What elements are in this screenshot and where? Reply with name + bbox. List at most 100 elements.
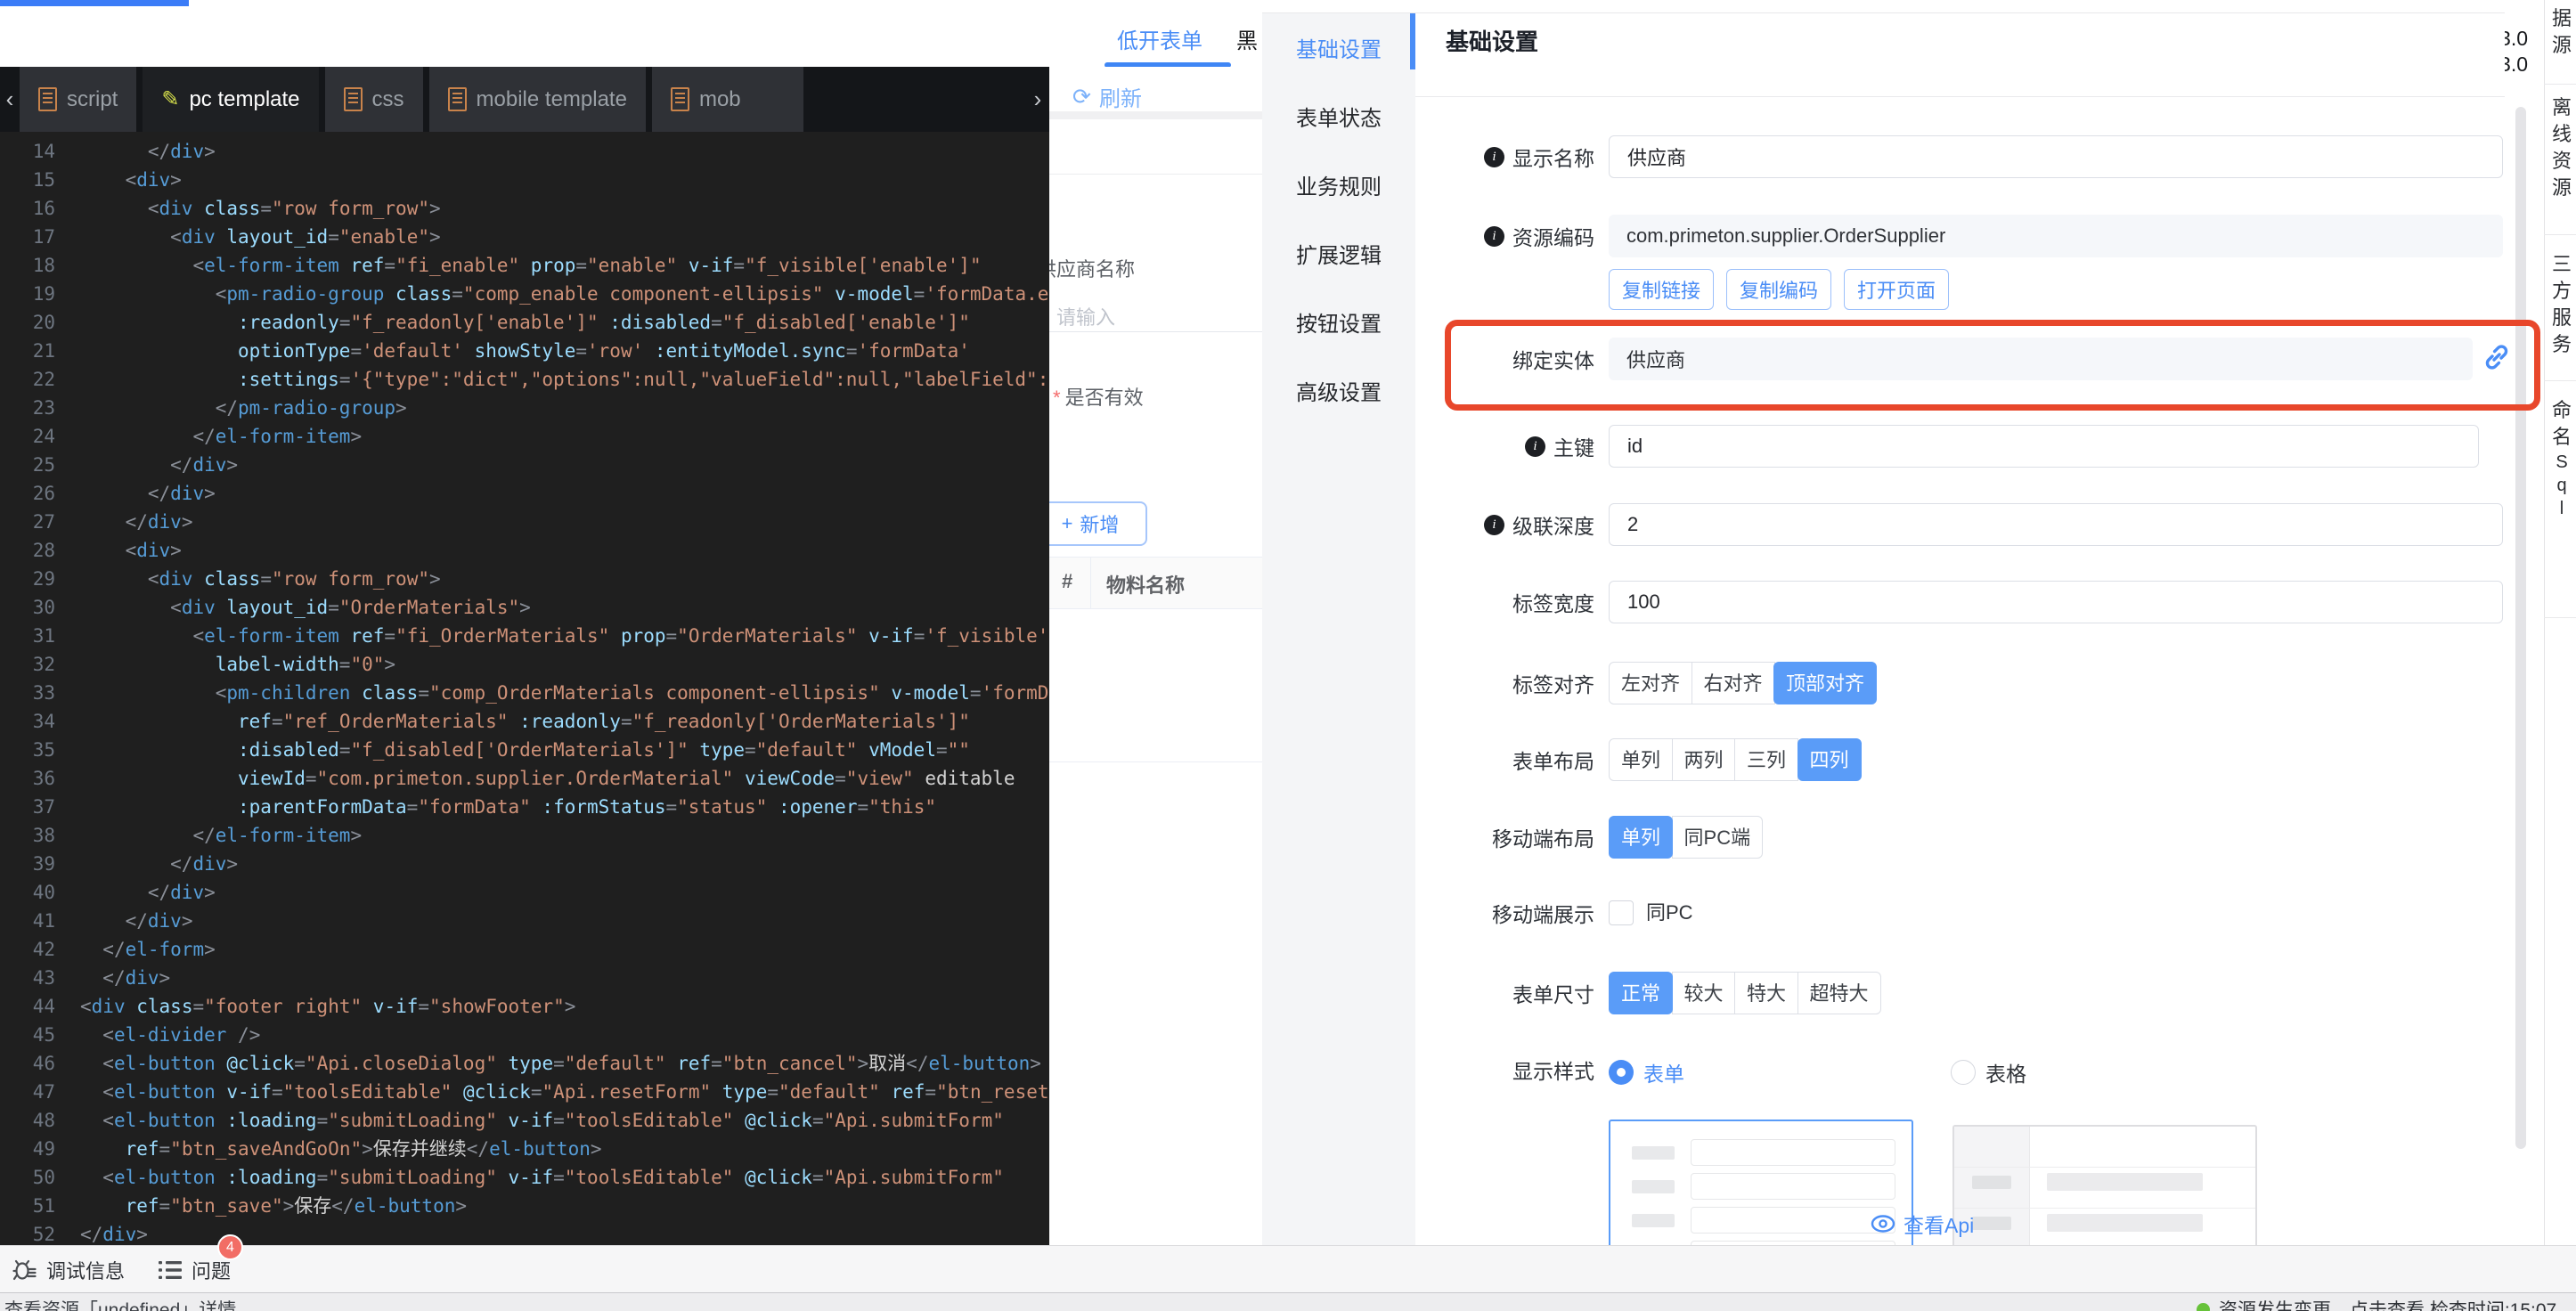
is-valid-label: *是否有效 — [1053, 382, 1144, 411]
sidebar-divider — [2544, 380, 2576, 381]
code-line: 44<div class="footer right" v-if="showFo… — [0, 992, 1049, 1021]
segment-option-右对齐[interactable]: 右对齐 — [1692, 662, 1775, 704]
settings-nav: 基础设置表单状态业务规则扩展逻辑按钮设置高级设置 — [1262, 12, 1415, 1291]
sidebar-tab-三方服务[interactable]: 三方服务 — [2550, 251, 2573, 358]
refresh-button[interactable]: ⟳ 刷新 — [1072, 81, 1142, 112]
add-row-button[interactable]: + 新增 — [1049, 501, 1147, 546]
editor-tab-mobile-template[interactable]: mobile template — [429, 67, 646, 132]
line-number: 36 — [0, 764, 80, 793]
segment-option-左对齐[interactable]: 左对齐 — [1609, 662, 1692, 704]
tab-partial-hidden[interactable]: 黑 — [1236, 23, 1258, 54]
code-line: 17 <div layout_id="enable"> — [0, 223, 1049, 251]
editor-tab-css[interactable]: css — [325, 67, 423, 132]
skeleton-label — [1972, 1176, 2011, 1189]
segment-option-正常[interactable]: 正常 — [1609, 972, 1673, 1014]
line-number: 46 — [0, 1049, 80, 1078]
sidebar-tab-离线资源[interactable]: 离线资源 — [2550, 94, 2573, 201]
line-number: 41 — [0, 907, 80, 935]
code-line: 24 </el-form-item> — [0, 422, 1049, 451]
settings-nav-items: 基础设置表单状态业务规则扩展逻辑按钮设置高级设置 — [1262, 13, 1415, 425]
resource-button-复制编码[interactable]: 复制编码 — [1726, 269, 1831, 310]
code-line: 18 <el-form-item ref="fi_enable" prop="e… — [0, 251, 1049, 280]
code-text: <div> — [80, 536, 182, 565]
code-text: <div class="footer right" v-if="showFoot… — [80, 992, 575, 1021]
code-area[interactable]: 14 </div>15 <div>16 <div class="row form… — [0, 132, 1049, 1245]
settings-nav-item-按钮设置[interactable]: 按钮设置 — [1262, 288, 1415, 356]
resource-button-打开页面[interactable]: 打开页面 — [1844, 269, 1949, 310]
settings-scrollbar[interactable] — [2515, 107, 2526, 1149]
code-text: </div> — [80, 451, 238, 479]
tab-lowcode-form[interactable]: 低开表单 — [1117, 23, 1202, 54]
label-width-input[interactable]: 100 — [1609, 581, 2503, 623]
line-number: 23 — [0, 394, 80, 422]
segment-option-三列[interactable]: 三列 — [1734, 738, 1798, 781]
segment-option-单列[interactable]: 单列 — [1609, 816, 1673, 859]
code-line: 40 </div> — [0, 878, 1049, 907]
same-as-pc-checkbox[interactable] — [1609, 900, 1634, 925]
status-left-link[interactable]: 查看资源「undefined」详情 — [4, 1296, 236, 1311]
segment-option-同PC端[interactable]: 同PC端 — [1672, 816, 1764, 859]
primary-key-input[interactable]: id — [1609, 425, 2479, 468]
display-style-option-表格[interactable]: 表格 — [1951, 1057, 2026, 1087]
line-number: 37 — [0, 793, 80, 821]
tabs-scroll-left-icon[interactable]: ‹ — [0, 67, 20, 132]
code-line: 51 ref="btn_save">保存</el-button> — [0, 1192, 1049, 1220]
line-number: 20 — [0, 308, 80, 337]
settings-nav-item-高级设置[interactable]: 高级设置 — [1262, 356, 1415, 425]
code-line: 36 viewId="com.primeton.supplier.OrderMa… — [0, 764, 1049, 793]
tabs-scroll-right-icon[interactable]: › — [1028, 67, 1048, 132]
code-text: <el-form-item ref="fi_enable" prop="enab… — [80, 251, 982, 280]
code-line: 14 </div> — [0, 137, 1049, 166]
line-number: 34 — [0, 707, 80, 736]
sidebar-tab-命名Sql[interactable]: 命名Sql — [2550, 397, 2573, 520]
segment-option-较大[interactable]: 较大 — [1672, 972, 1736, 1014]
settings-nav-item-业务规则[interactable]: 业务规则 — [1262, 151, 1415, 219]
editor-tab-mob[interactable]: mob — [652, 67, 803, 132]
segment-option-两列[interactable]: 两列 — [1672, 738, 1736, 781]
code-line: 20 :readonly="f_readonly['enable']" :dis… — [0, 308, 1049, 337]
bug-icon — [12, 1258, 37, 1282]
code-line: 31 <el-form-item ref="fi_OrderMaterials"… — [0, 622, 1049, 650]
app-window: 低开表单 黑 i 当前版本: 8.3.0 表单版本: 8.3.0 ‹ scrip… — [0, 0, 2576, 1311]
view-api-link[interactable]: 查看Api — [1871, 1209, 1974, 1239]
line-number: 48 — [0, 1106, 80, 1135]
status-bar: 查看资源「undefined」详情 资源发生变更，点击查看 检查时间:15:07 — [0, 1292, 2576, 1311]
display-style-option-表单[interactable]: 表单 — [1609, 1057, 1684, 1087]
cascade-depth-input[interactable]: 2 — [1609, 503, 2503, 546]
resource-button-复制链接[interactable]: 复制链接 — [1609, 269, 1714, 310]
segment-option-顶部对齐[interactable]: 顶部对齐 — [1773, 662, 1877, 704]
code-line: 49 ref="btn_saveAndGoOn">保存并继续</el-butto… — [0, 1135, 1049, 1163]
code-line: 32 label-width="0"> — [0, 650, 1049, 679]
code-line: 21 optionType='default' showStyle='row' … — [0, 337, 1049, 365]
editor-tab-label: mobile template — [477, 87, 627, 112]
sidebar-tab-据源[interactable]: 据源 — [2550, 5, 2573, 59]
debug-info-label: 调试信息 — [46, 1256, 125, 1284]
settings-nav-item-表单状态[interactable]: 表单状态 — [1262, 82, 1415, 151]
editor-tab-script[interactable]: script — [20, 67, 136, 132]
form-preview-pane: ⟳ 刷新 供应商名称 请输入 *是否有效 + 新增 # 物料名称 — [1049, 67, 1262, 1245]
code-line: 19 <pm-radio-group class="comp_enable co… — [0, 280, 1049, 308]
code-line: 48 <el-button :loading="submitLoading" v… — [0, 1106, 1049, 1135]
link-chain-icon[interactable] — [2481, 341, 2513, 373]
eye-icon — [1871, 1215, 1895, 1233]
segment-option-超特大[interactable]: 超特大 — [1797, 972, 1881, 1014]
editor-tab-pc-template[interactable]: ✎pc template — [143, 67, 318, 132]
settings-nav-item-扩展逻辑[interactable]: 扩展逻辑 — [1262, 219, 1415, 288]
settings-nav-item-基础设置[interactable]: 基础设置 — [1262, 13, 1415, 82]
code-text: <el-button :loading="submitLoading" v-if… — [80, 1106, 1004, 1135]
line-number: 16 — [0, 194, 80, 223]
supplier-name-input[interactable]: 请输入 — [1056, 302, 1115, 330]
skeleton-value-bar — [2047, 1214, 2203, 1232]
bind-entity-input[interactable]: 供应商 — [1609, 338, 2473, 380]
skeleton-label — [1632, 1180, 1675, 1193]
segment-option-单列[interactable]: 单列 — [1609, 738, 1673, 781]
status-right-message[interactable]: 资源发生变更，点击查看 检查时间:15:07 — [2197, 1296, 2556, 1311]
display-name-input[interactable]: 供应商 — [1609, 135, 2503, 178]
label-width-label: 标签宽度 — [1415, 581, 1594, 623]
code-line: 29 <div class="row form_row"> — [0, 565, 1049, 593]
info-icon: i — [1484, 515, 1504, 535]
segment-option-四列[interactable]: 四列 — [1797, 738, 1862, 781]
debug-info-button[interactable]: 调试信息 — [12, 1246, 125, 1293]
sidebar-tab-char: l — [2560, 497, 2564, 520]
segment-option-特大[interactable]: 特大 — [1734, 972, 1798, 1014]
